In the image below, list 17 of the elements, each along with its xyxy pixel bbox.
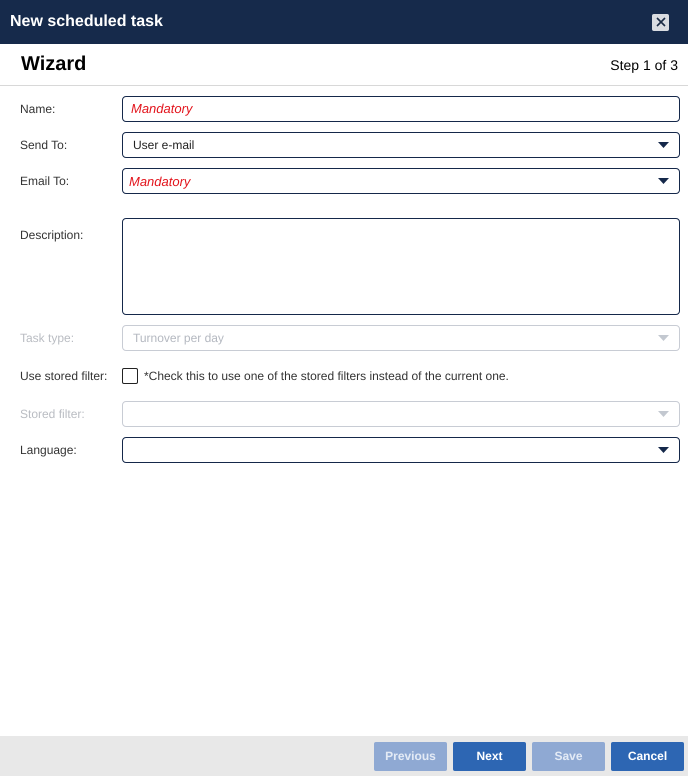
field-label: Task type: [20, 331, 76, 345]
field-label: Email To: [20, 174, 70, 188]
field-label: Stored filter: [20, 407, 86, 421]
field-label: Language: [20, 443, 78, 457]
field-label: Use stored filter: [20, 369, 108, 383]
field-label: Send To: [20, 138, 68, 152]
checkbox-label: *Check this to use one of the stored filters instead of the current one. [144, 369, 509, 383]
dropdown-field[interactable]: User e-mail [122, 132, 680, 158]
step-indicator: Step 1 of 3 [610, 56, 678, 72]
wizard-button[interactable]: Cancel [611, 742, 684, 770]
field-label: Name: [20, 102, 56, 116]
wizard-button[interactable]: Next [453, 742, 526, 770]
window-title: New scheduled task [10, 13, 163, 31]
field-label: Description: [20, 227, 84, 242]
wizard-title: Wizard [21, 53, 86, 76]
input-field[interactable]: Mandatory [122, 96, 680, 122]
dropdown-field[interactable]: Mandatory [122, 168, 680, 194]
